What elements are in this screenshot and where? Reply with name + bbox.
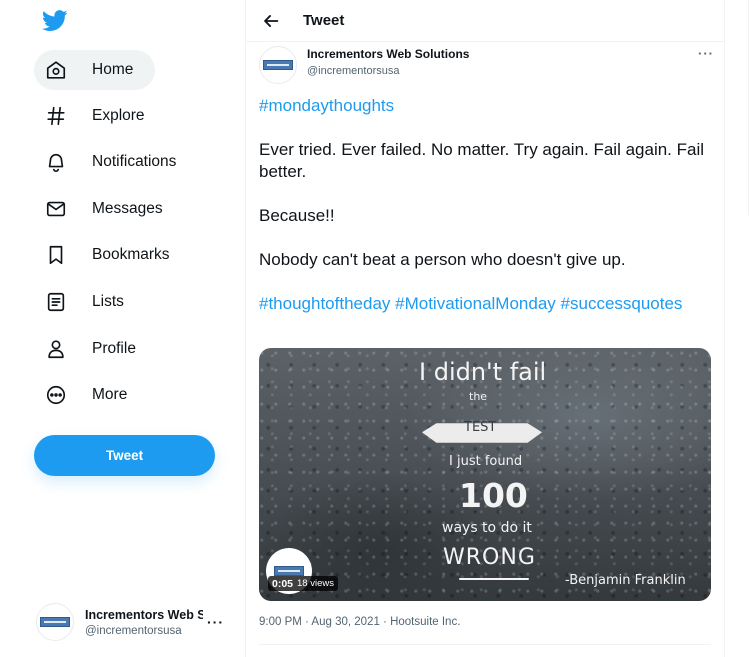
hashtag-link[interactable]: #MotivationalMonday [395, 294, 556, 313]
nav-label-profile: Profile [92, 340, 136, 357]
nav-item-messages[interactable]: Messages [34, 189, 185, 229]
quote-text: WRONG [443, 545, 536, 570]
quote-text: 100 [459, 476, 528, 515]
tweet-more-icon[interactable]: ··· [698, 46, 714, 61]
twitter-bird-icon[interactable] [42, 10, 68, 32]
nav-item-lists[interactable]: Lists [34, 282, 146, 322]
hashtag-link[interactable]: #successquotes [561, 294, 683, 313]
nav-item-home[interactable]: Home [34, 50, 156, 90]
tweet-line: Because!! [259, 206, 335, 225]
divider [259, 644, 711, 645]
quote-underline [459, 578, 529, 580]
video-duration: 0:05 [272, 577, 294, 590]
video-views: 18 views [297, 578, 334, 589]
meta-separator: · [301, 616, 312, 628]
nav-label-notifications: Notifications [92, 153, 177, 170]
list-icon [47, 292, 65, 312]
quote-author: -Benjamin Franklin [565, 573, 686, 588]
nav-item-notifications[interactable]: Notifications [34, 142, 198, 182]
quote-text: the [469, 390, 488, 403]
tweet-video[interactable]: I didn't fail the TEST I just found 100 … [259, 348, 711, 601]
tweet-source[interactable]: Hootsuite Inc. [390, 616, 460, 628]
video-duration-badge: 0:05 18 views [268, 576, 338, 591]
nav-label-bookmarks: Bookmarks [92, 246, 170, 263]
home-icon [46, 61, 66, 79]
left-sidebar: Home Explore Notifications Messages Book… [0, 0, 245, 657]
nav-item-bookmarks[interactable]: Bookmarks [34, 235, 192, 275]
nav-label-more: More [92, 386, 128, 403]
page-header: Tweet [246, 0, 724, 42]
meta-separator: · [379, 616, 391, 628]
quote-text: ways to do it [442, 520, 532, 536]
incrementors-logo-icon [40, 617, 70, 627]
avatar [36, 603, 74, 641]
bookmark-icon [49, 245, 63, 265]
quote-text: TEST [464, 420, 497, 435]
account-handle: @incrementorsusa [85, 624, 182, 637]
author-handle[interactable]: @incrementorsusa [307, 65, 469, 77]
hashtag-icon [47, 106, 65, 126]
nav-label-messages: Messages [92, 200, 163, 217]
tweet-compose-button[interactable]: Tweet [34, 435, 215, 476]
nav-item-explore[interactable]: Explore [34, 96, 167, 136]
nav-label-home: Home [92, 61, 134, 78]
nav-item-profile[interactable]: Profile [34, 329, 158, 369]
mail-icon [46, 201, 66, 217]
more-circle-icon [46, 385, 66, 405]
main-column: Tweet Incrementors Web Solutions @increm… [245, 0, 725, 657]
tweet-date[interactable]: Aug 30, 2021 [311, 616, 379, 628]
nav-item-more[interactable]: More [34, 375, 149, 415]
account-text: Incrementors Web Solutions @incrementors… [85, 608, 203, 637]
tweet-author: Incrementors Web Solutions @incrementors… [259, 46, 714, 84]
nav-label-lists: Lists [92, 293, 124, 310]
quote-text: I just found [449, 454, 523, 469]
tweet-body: #mondaythoughts Ever tried. Ever failed.… [259, 95, 714, 315]
back-arrow-icon[interactable] [260, 10, 282, 32]
author-avatar[interactable] [259, 46, 297, 84]
account-name: Incrementors Web Solutions [85, 607, 203, 622]
incrementors-logo-icon [274, 566, 304, 576]
bell-icon [48, 153, 64, 172]
author-text: Incrementors Web Solutions @incrementors… [307, 47, 469, 77]
person-icon [48, 340, 64, 359]
incrementors-logo-icon [263, 60, 293, 70]
more-dots-icon[interactable]: ··· [207, 614, 224, 630]
tweet-line: Ever tried. Ever failed. No matter. Try … [259, 140, 705, 181]
page-title: Tweet [303, 12, 345, 29]
hashtag-link[interactable]: #mondaythoughts [259, 96, 394, 115]
tweet-time[interactable]: 9:00 PM [259, 616, 302, 628]
quote-text: I didn't fail [419, 358, 547, 386]
tweet-meta: 9:00 PM · Aug 30, 2021 · Hootsuite Inc. [259, 616, 460, 628]
tweet-line: Nobody can't beat a person who doesn't g… [259, 250, 626, 269]
hashtag-link[interactable]: #thoughtoftheday [259, 294, 390, 313]
nav-label-explore: Explore [92, 107, 145, 124]
account-switcher[interactable]: Incrementors Web Solutions @incrementors… [36, 598, 236, 646]
author-name[interactable]: Incrementors Web Solutions [307, 47, 469, 61]
